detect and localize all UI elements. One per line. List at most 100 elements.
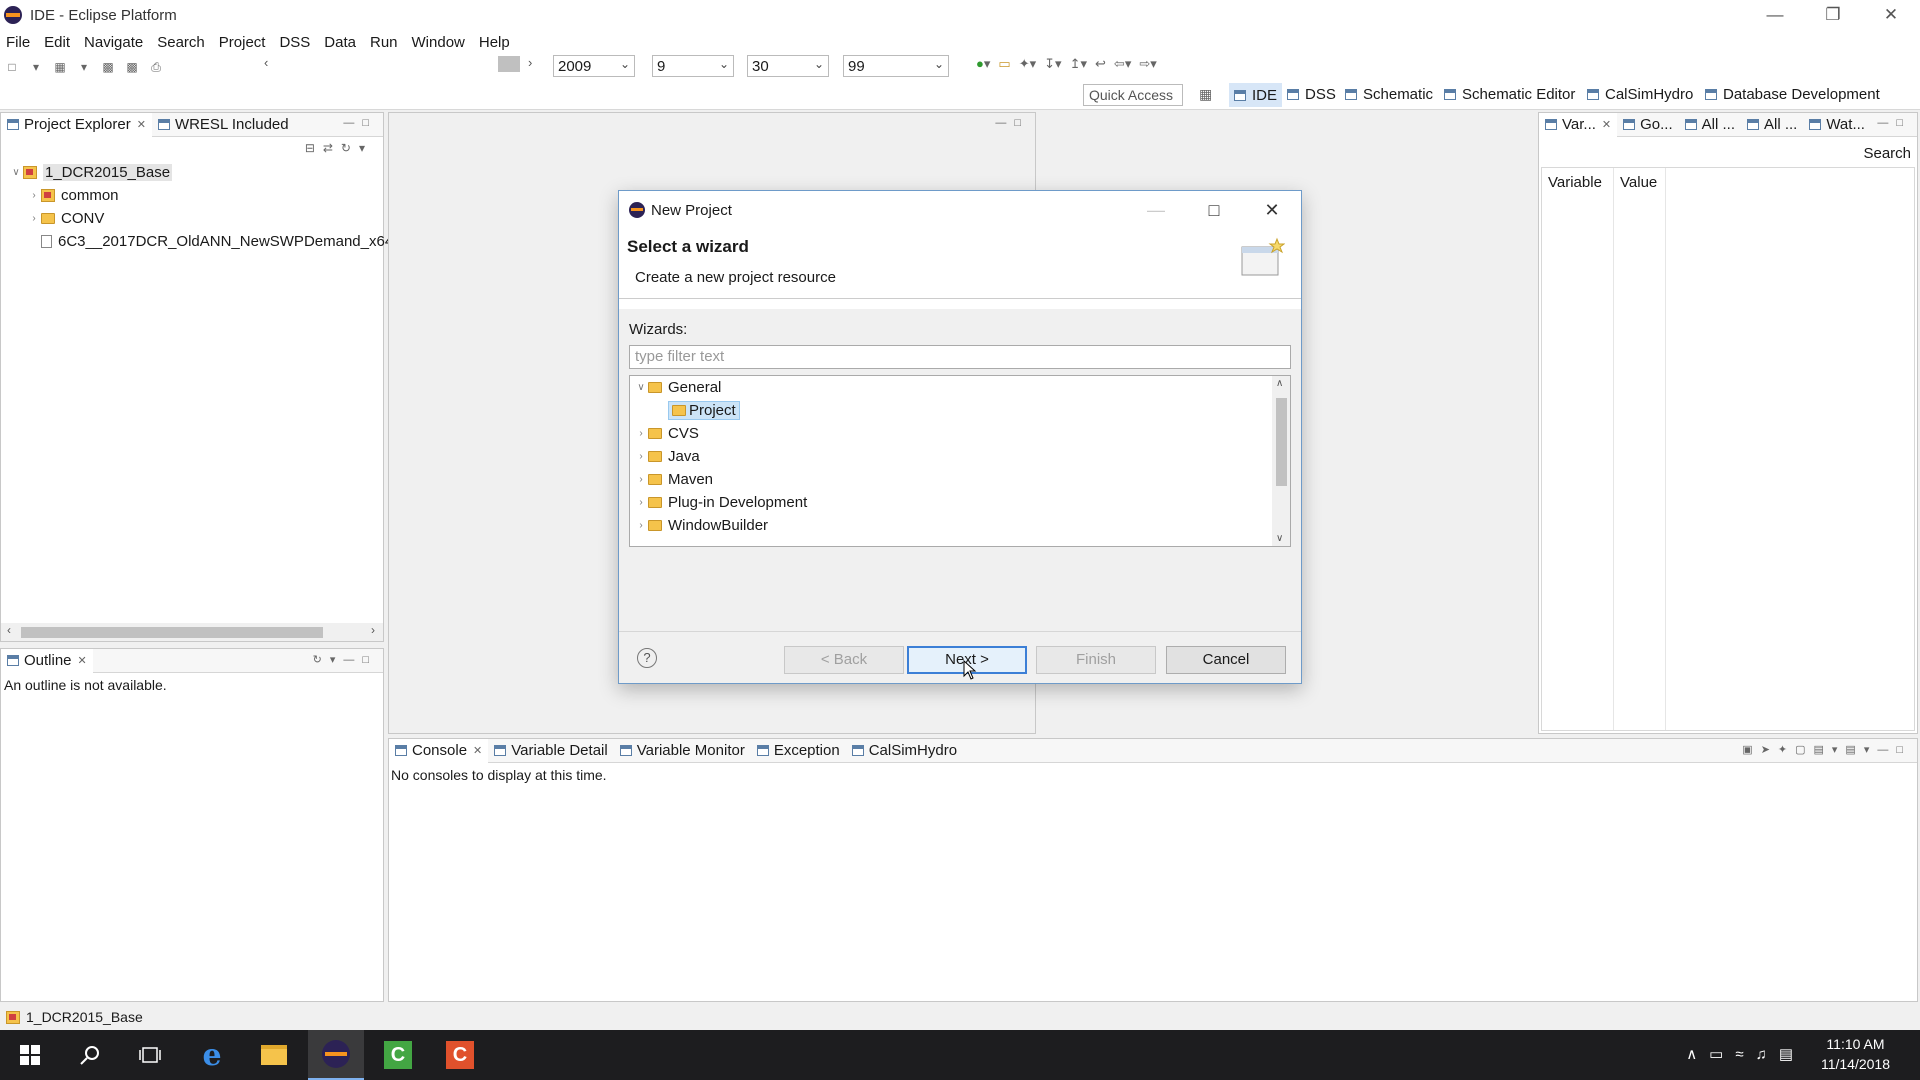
menu-navigate[interactable]: Navigate: [84, 34, 143, 51]
perspective-calsimhydro[interactable]: CalSimHydro: [1587, 86, 1693, 103]
perspective-database-development[interactable]: Database Development: [1705, 86, 1880, 103]
next-annotation-icon[interactable]: ↧: [1044, 56, 1055, 72]
tab-console[interactable]: Console ✕: [389, 738, 489, 763]
perspective-dss[interactable]: DSS: [1287, 86, 1336, 103]
new-icon[interactable]: □: [3, 58, 21, 76]
close-tab-icon[interactable]: ✕: [1602, 118, 1611, 131]
prev-annotation-icon[interactable]: ↥: [1070, 56, 1081, 72]
tree-item-conv[interactable]: › CONV: [27, 207, 104, 229]
forward-icon[interactable]: ⇨: [1139, 56, 1150, 72]
dialog-maximize-button[interactable]: □: [1185, 191, 1243, 229]
close-tab-icon[interactable]: ✕: [78, 654, 87, 667]
tree-item-java[interactable]: › Java: [634, 445, 699, 467]
restore-button[interactable]: ❐: [1804, 0, 1862, 30]
save-all-icon[interactable]: ▩: [123, 58, 141, 76]
file-explorer-taskbar-button[interactable]: [246, 1030, 302, 1080]
menu-search[interactable]: Search: [157, 34, 205, 51]
back-button[interactable]: < Back: [784, 646, 904, 674]
year-combo[interactable]: 2009 ⌄: [553, 55, 635, 77]
cancel-button[interactable]: Cancel: [1166, 646, 1286, 674]
open-perspective-icon[interactable]: ▦: [1199, 86, 1212, 103]
chevron-right-icon[interactable]: ›: [634, 451, 648, 462]
column-header-variable[interactable]: Variable: [1548, 174, 1602, 191]
tree-item-file[interactable]: 6C3__2017DCR_OldANN_NewSWPDemand_x64.: [41, 230, 397, 252]
dialog-close-button[interactable]: ✕: [1243, 191, 1301, 229]
chevron-right-icon[interactable]: ›: [27, 213, 41, 224]
month-combo[interactable]: 9 ⌄: [652, 55, 734, 77]
chevron-right-icon[interactable]: ›: [634, 497, 648, 508]
panel-minmax-icons[interactable]: —□: [1877, 117, 1911, 129]
search-button[interactable]: [62, 1030, 118, 1080]
eclipse-taskbar-button[interactable]: [308, 1030, 364, 1080]
dropdown-icon[interactable]: ▾: [1125, 56, 1132, 72]
dropdown-icon[interactable]: ▾: [984, 56, 991, 72]
tree-item-plugin-development[interactable]: › Plug-in Development: [634, 491, 807, 513]
wizard-filter-input[interactable]: type filter text: [629, 345, 1291, 369]
perspective-schematic[interactable]: Schematic: [1345, 86, 1433, 103]
last-edit-icon[interactable]: ↩: [1095, 56, 1106, 72]
chevron-right-icon[interactable]: ›: [634, 428, 648, 439]
tree-item-general[interactable]: ∨ General: [634, 376, 721, 398]
scrollbar-thumb[interactable]: [1276, 398, 1287, 486]
scrollbar-thumb[interactable]: [21, 627, 323, 638]
outline-view-controls[interactable]: ↻▾—□: [313, 653, 377, 666]
chevron-right-icon[interactable]: ›: [27, 190, 41, 201]
chevron-down-icon[interactable]: ∨: [1276, 533, 1283, 544]
editor-minmax-icons[interactable]: —□: [995, 117, 1029, 129]
scroll-left-icon[interactable]: ‹: [264, 55, 268, 70]
save-icon[interactable]: ▩: [99, 58, 117, 76]
chevron-right-icon[interactable]: ›: [634, 474, 648, 485]
search-link[interactable]: Search: [1863, 145, 1911, 162]
chevron-up-icon[interactable]: ∧: [1276, 378, 1283, 389]
start-button[interactable]: [2, 1030, 58, 1080]
search-tool-icon[interactable]: ✦: [1019, 56, 1030, 72]
print-icon[interactable]: ⎙: [147, 58, 165, 76]
clock[interactable]: 11:10 AM 11/14/2018: [1821, 1034, 1890, 1074]
tree-item-project[interactable]: Project: [668, 399, 740, 421]
task-view-button[interactable]: [122, 1030, 178, 1080]
view-toolbar[interactable]: ⊟⇄↻▾: [305, 141, 373, 155]
tab-variable-detail[interactable]: Variable Detail: [488, 739, 613, 763]
system-tray-icons[interactable]: ∧▭≈♫▤: [1686, 1045, 1805, 1063]
scroll-right-icon[interactable]: ›: [371, 623, 375, 637]
menu-file[interactable]: File: [6, 34, 30, 51]
perspective-ide[interactable]: IDE: [1229, 83, 1283, 107]
app-green-taskbar-button[interactable]: C: [370, 1030, 426, 1080]
menu-help[interactable]: Help: [479, 34, 510, 51]
menu-project[interactable]: Project: [219, 34, 266, 51]
day-combo[interactable]: 30 ⌄: [747, 55, 829, 77]
help-icon[interactable]: ?: [637, 648, 657, 668]
tab-project-explorer[interactable]: Project Explorer ✕: [1, 112, 152, 137]
tab-watch[interactable]: Wat...: [1803, 113, 1871, 137]
tree-item-cvs[interactable]: › CVS: [634, 422, 699, 444]
menu-data[interactable]: Data: [324, 34, 356, 51]
dropdown-icon[interactable]: ▾: [1150, 56, 1157, 72]
tree-item-maven[interactable]: › Maven: [634, 468, 713, 490]
dropdown-icon[interactable]: ▾: [75, 58, 93, 76]
tree-item-common[interactable]: › common: [27, 184, 118, 206]
perspective-schematic-editor[interactable]: Schematic Editor: [1444, 86, 1575, 103]
cycle-combo[interactable]: 99 ⌄: [843, 55, 949, 77]
tab-wresl-included[interactable]: WRESL Included: [152, 113, 295, 137]
minimize-maximize-icons[interactable]: —□: [343, 117, 377, 129]
menu-window[interactable]: Window: [412, 34, 465, 51]
menu-edit[interactable]: Edit: [44, 34, 70, 51]
open-icon[interactable]: ▭: [998, 56, 1010, 72]
tab-calsimhydro[interactable]: CalSimHydro: [846, 739, 963, 763]
wizard-tree-scrollbar[interactable]: ∧ ∨: [1272, 376, 1290, 546]
tab-variable-monitor[interactable]: Variable Monitor: [614, 739, 751, 763]
chevron-right-icon[interactable]: ›: [634, 520, 648, 531]
menu-run[interactable]: Run: [370, 34, 398, 51]
dropdown-icon[interactable]: ▾: [27, 58, 45, 76]
horizontal-scrollbar[interactable]: ‹ ›: [1, 623, 383, 641]
console-toolbar-icons[interactable]: ▣➤✦▢▤▾▤▾—□: [1742, 743, 1911, 756]
tab-variables[interactable]: Var... ✕: [1539, 112, 1618, 137]
column-header-value[interactable]: Value: [1620, 174, 1657, 191]
minimize-button[interactable]: —: [1746, 0, 1804, 30]
new-project-icon[interactable]: ▦: [51, 58, 69, 76]
tree-item-project[interactable]: ∨ 1_DCR2015_Base: [9, 161, 173, 183]
app-red-taskbar-button[interactable]: C: [432, 1030, 488, 1080]
tab-all-1[interactable]: All ...: [1679, 113, 1741, 137]
scroll-left-icon[interactable]: ‹: [7, 623, 11, 637]
edge-taskbar-button[interactable]: e: [184, 1030, 240, 1080]
